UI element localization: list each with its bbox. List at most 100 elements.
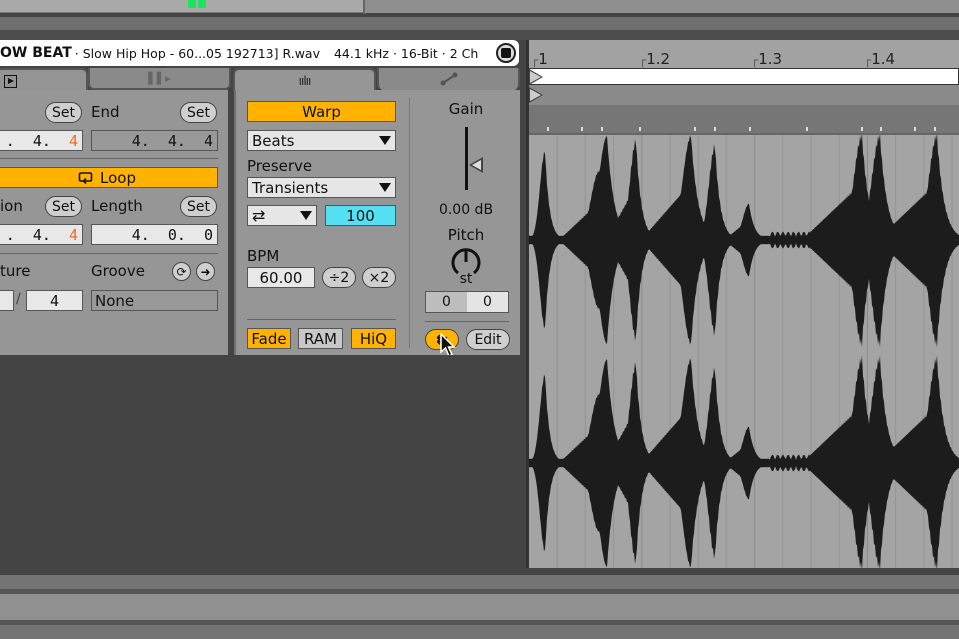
fade-button[interactable]: Fade: [247, 328, 291, 349]
transient-marker[interactable]: [694, 127, 696, 131]
pitch-semitones-field[interactable]: 0: [426, 292, 467, 312]
meter-led-right: [198, 0, 206, 8]
divider: [247, 319, 396, 320]
envelope-icon: [440, 72, 457, 86]
clip-title-bar[interactable]: OW BEAT · Slow Hip Hop - 60...05 192713]…: [0, 40, 519, 66]
chevron-down-icon: [300, 211, 312, 220]
warp-button[interactable]: Warp: [247, 101, 396, 122]
signature-label: ture: [0, 262, 31, 280]
gain-slider-track[interactable]: [465, 127, 468, 190]
halve-tempo-button[interactable]: ÷2: [322, 267, 356, 288]
transient-marker[interactable]: [714, 127, 716, 131]
transient-marker[interactable]: [880, 127, 882, 131]
pitch-fields: 0 0: [425, 291, 509, 313]
bottom-bar: [0, 575, 959, 589]
loop-brace[interactable]: [529, 68, 959, 85]
divider: [425, 321, 509, 322]
transient-marker[interactable]: [806, 127, 808, 131]
bottom-bar: [0, 625, 959, 639]
top-right-area: [365, 0, 959, 13]
double-tempo-button[interactable]: ×2: [362, 267, 396, 288]
end-label: End: [91, 103, 120, 121]
length-set-button[interactable]: Set: [180, 196, 217, 217]
horizontal-scrollbar[interactable]: [0, 594, 959, 620]
position-field[interactable]: . 4. 4: [0, 224, 83, 245]
gain-value: 0.00 dB: [438, 202, 494, 218]
marker-row[interactable]: [529, 85, 959, 105]
clip-panel: Set End Set . 4. 4 4. 4. 4 Loop ion Set …: [0, 90, 228, 355]
tab-envelopes[interactable]: [377, 68, 520, 90]
gain-label: Gain: [448, 100, 484, 118]
waveform-channel: [529, 355, 959, 568]
start-field[interactable]: . 4. 4: [0, 130, 83, 151]
transient-row[interactable]: [529, 105, 959, 135]
length-label: Length: [91, 197, 143, 215]
ruler-mark: ┌1: [531, 50, 548, 68]
waveform-icon: ıılıı: [298, 74, 312, 88]
waveform-channel: [529, 135, 959, 348]
clip-name[interactable]: OW BEAT: [0, 45, 72, 61]
scrollbar-area[interactable]: [0, 17, 959, 31]
meter-led-left: [188, 0, 196, 8]
transient-marker[interactable]: [639, 127, 641, 131]
loop-button[interactable]: Loop: [0, 167, 218, 188]
signature-denominator-field[interactable]: 4: [26, 290, 83, 311]
groove-dropdown[interactable]: None: [91, 290, 218, 311]
hiq-button[interactable]: HiQ: [351, 328, 396, 349]
waveform-display[interactable]: [529, 135, 959, 568]
divider: [0, 158, 218, 159]
loop-mode-dropdown[interactable]: ⇄: [247, 205, 317, 226]
envelope-field[interactable]: 100: [325, 205, 396, 226]
transient-marker[interactable]: [547, 127, 549, 131]
pitch-cents-field[interactable]: 0: [467, 292, 508, 312]
tab-clip[interactable]: [0, 68, 88, 92]
transient-marker[interactable]: [601, 127, 603, 131]
signature-numerator-field[interactable]: [0, 290, 14, 311]
ruler-mark: ┌1.4: [864, 50, 896, 68]
warp-mode-dropdown[interactable]: Beats: [247, 130, 396, 151]
tab-audio[interactable]: ıılıı: [233, 68, 376, 92]
signature-slash: /: [16, 291, 21, 307]
length-field[interactable]: 4. 0. 0: [91, 224, 218, 245]
sample-format: 44.1 kHz · 16-Bit · 2 Ch: [333, 45, 479, 61]
groove-hot-swap-icon[interactable]: ⟳: [172, 262, 191, 281]
end-field[interactable]: 4. 4. 4: [91, 130, 218, 151]
title-separator: ·: [74, 45, 79, 61]
tab-launch[interactable]: ▌▌▸: [88, 68, 231, 90]
ruler-mark: ┌1.3: [751, 50, 783, 68]
transient-marker[interactable]: [934, 127, 936, 131]
play-icon: [4, 74, 17, 88]
transient-marker[interactable]: [749, 127, 751, 131]
pitch-label: Pitch: [447, 226, 485, 244]
bpm-field[interactable]: 60.00: [247, 267, 315, 288]
position-label: ion: [0, 197, 23, 215]
pitch-unit-label: st: [459, 271, 473, 287]
ruler-mark: ┌1.2: [639, 50, 671, 68]
divider: [0, 253, 218, 254]
end-set-button[interactable]: Set: [180, 102, 217, 123]
loop-mode-icon: ⇄: [252, 206, 266, 225]
bpm-label: BPM: [247, 247, 280, 265]
groove-label: Groove: [91, 262, 145, 280]
chevron-down-icon: [379, 136, 391, 145]
divider: [409, 98, 410, 348]
launch-icon: ▌▌▸: [148, 71, 171, 85]
ram-button[interactable]: RAM: [298, 328, 343, 349]
top-track-area: [0, 0, 363, 13]
transient-marker[interactable]: [914, 127, 916, 131]
preserve-label: Preserve: [247, 157, 313, 175]
sample-panel: Warp Beats Preserve Transients ⇄ 100 BPM…: [234, 90, 520, 358]
save-icon[interactable]: [496, 43, 516, 63]
position-set-button[interactable]: Set: [45, 196, 82, 217]
transient-marker[interactable]: [861, 127, 863, 131]
transient-marker[interactable]: [581, 127, 583, 131]
chevron-down-icon: [379, 183, 391, 192]
groove-commit-arrow-icon[interactable]: ➜: [196, 262, 215, 281]
beat-ruler[interactable]: ┌1 ┌1.2 ┌1.3 ┌1.4: [529, 40, 959, 68]
divider-bar: [0, 30, 959, 40]
sample-file-name: Slow Hip Hop - 60...05 192713] R.wav: [82, 45, 320, 61]
start-set-button[interactable]: Set: [45, 102, 82, 123]
preserve-dropdown[interactable]: Transients: [247, 177, 396, 198]
loop-icon: [78, 171, 93, 184]
edit-button[interactable]: Edit: [466, 329, 510, 350]
